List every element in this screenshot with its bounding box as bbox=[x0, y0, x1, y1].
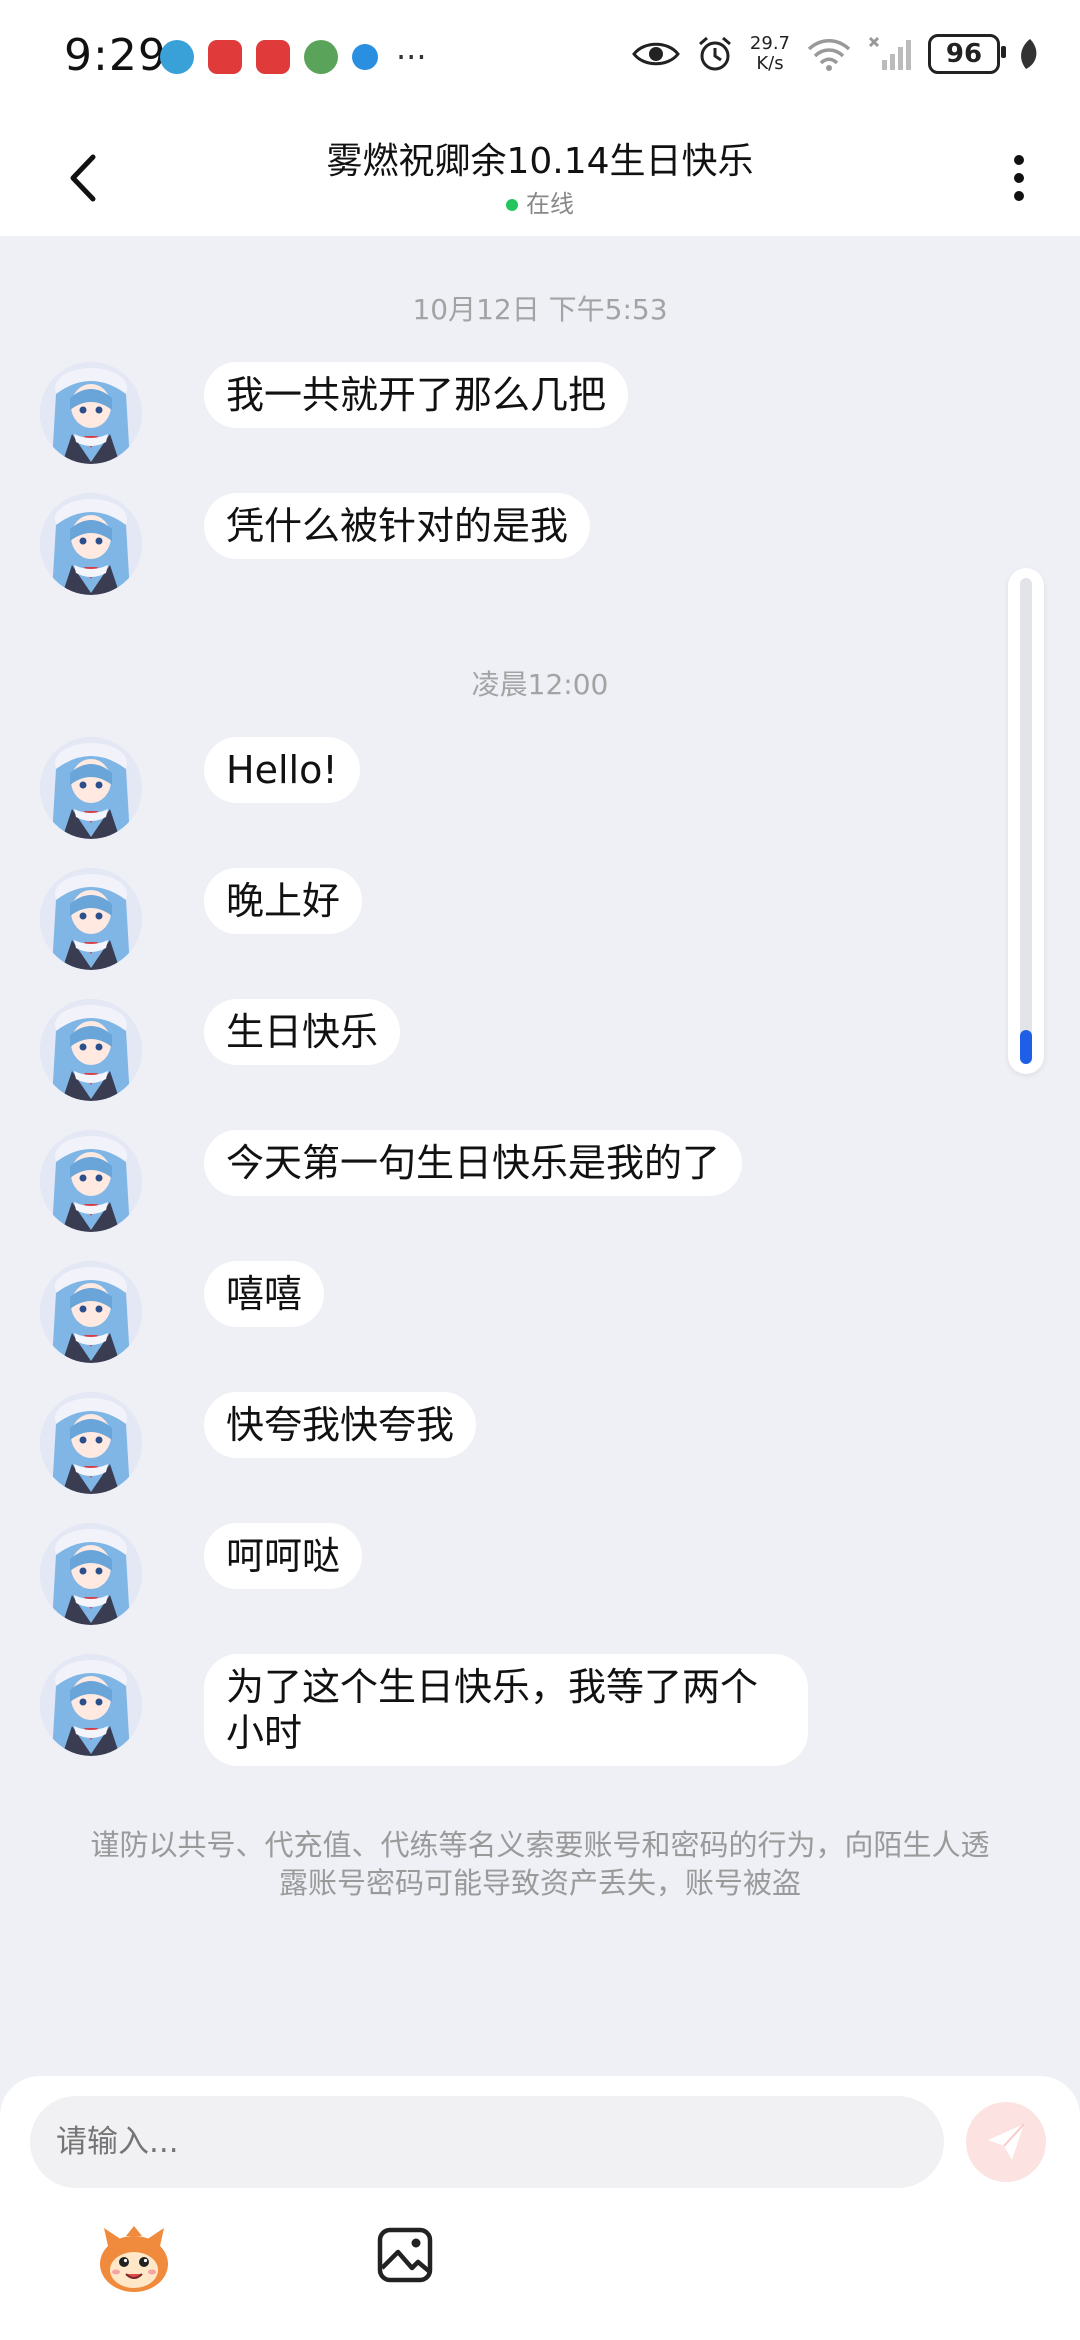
message-bubble[interactable]: 生日快乐 bbox=[204, 999, 401, 1065]
timestamp: 10月12日 下午5:53 bbox=[412, 293, 668, 326]
anime-girl-avatar-icon bbox=[40, 493, 142, 595]
network-icon bbox=[160, 40, 194, 74]
anime-girl-avatar-icon bbox=[40, 1130, 142, 1232]
message-bubble[interactable]: Hello! bbox=[204, 737, 360, 803]
signal-icon bbox=[868, 36, 911, 70]
status-time: 9:29 bbox=[64, 30, 167, 81]
alarm-icon bbox=[698, 36, 731, 71]
scroll-thumb[interactable] bbox=[1020, 1030, 1032, 1064]
leaf-icon bbox=[1021, 39, 1037, 69]
status-app-icons: ··· bbox=[160, 40, 427, 74]
input-panel bbox=[0, 2076, 1080, 2340]
avatar[interactable] bbox=[40, 868, 142, 970]
send-button[interactable] bbox=[966, 2102, 1046, 2182]
message-row: 我一共就开了那么几把 bbox=[40, 362, 629, 464]
huawei-app-icon bbox=[256, 40, 290, 74]
message-row: Hello! bbox=[40, 737, 360, 839]
anime-girl-avatar-icon bbox=[40, 868, 142, 970]
avatar[interactable] bbox=[40, 1130, 142, 1232]
anime-girl-avatar-icon bbox=[40, 737, 142, 839]
battery-indicator: 96 bbox=[928, 34, 1006, 74]
avatar[interactable] bbox=[40, 493, 142, 595]
message-row: 呵呵哒 bbox=[40, 1523, 363, 1625]
status-bar: 9:29 ··· 29.7 K/s 96 bbox=[0, 0, 1080, 120]
avatar[interactable] bbox=[40, 1261, 142, 1363]
scroll-indicator[interactable] bbox=[1008, 568, 1044, 1074]
anime-girl-avatar-icon bbox=[40, 999, 142, 1101]
network-speed: 29.7 K/s bbox=[749, 33, 790, 74]
message-row: 嘻嘻 bbox=[40, 1261, 325, 1363]
security-warning: 谨防以共号、代充值、代练等名义索要账号和密码的行为，向陌生人透露账号密码可能导致… bbox=[90, 1828, 990, 1900]
contact-name: 雾燃祝卿余10.14生日快乐 bbox=[326, 141, 754, 182]
avatar[interactable] bbox=[40, 1654, 142, 1756]
wifi-icon bbox=[807, 39, 851, 71]
message-row: 为了这个生日快乐，我等了两个小时 bbox=[40, 1654, 808, 1766]
more-vertical-icon bbox=[1014, 155, 1024, 201]
message-bubble[interactable]: 我一共就开了那么几把 bbox=[204, 362, 629, 428]
scroll-track bbox=[1020, 578, 1032, 1064]
anime-girl-avatar-icon bbox=[40, 1523, 142, 1625]
huawei-app-icon bbox=[208, 40, 242, 74]
message-row: 快夸我快夸我 bbox=[40, 1392, 477, 1494]
send-icon bbox=[988, 2123, 1025, 2160]
message-input[interactable] bbox=[30, 2096, 944, 2188]
avatar[interactable] bbox=[40, 1392, 142, 1494]
image-icon bbox=[377, 2227, 433, 2283]
avatar[interactable] bbox=[40, 1523, 142, 1625]
browser-app-icon bbox=[352, 44, 378, 70]
message-row: 凭什么被针对的是我 bbox=[40, 493, 591, 595]
message-bubble[interactable]: 晚上好 bbox=[204, 868, 363, 934]
image-button[interactable] bbox=[376, 2226, 434, 2284]
globe-app-icon bbox=[304, 40, 338, 74]
message-bubble[interactable]: 快夸我快夸我 bbox=[204, 1392, 477, 1458]
emoji-button[interactable] bbox=[96, 2224, 172, 2296]
anime-girl-avatar-icon bbox=[40, 1654, 142, 1756]
message-bubble[interactable]: 嘻嘻 bbox=[204, 1261, 325, 1327]
avatar[interactable] bbox=[40, 362, 142, 464]
online-status: 在线 bbox=[0, 184, 1080, 219]
message-row: 生日快乐 bbox=[40, 999, 401, 1101]
anime-girl-avatar-icon bbox=[40, 1261, 142, 1363]
anime-girl-avatar-icon bbox=[40, 1392, 142, 1494]
avatar[interactable] bbox=[40, 737, 142, 839]
avatar[interactable] bbox=[40, 999, 142, 1101]
anime-girl-avatar-icon bbox=[40, 362, 142, 464]
more-options-button[interactable] bbox=[994, 148, 1044, 208]
timestamp: 凌晨12:00 bbox=[471, 668, 609, 701]
message-bubble[interactable]: 今天第一句生日快乐是我的了 bbox=[204, 1130, 743, 1196]
chat-header: 雾燃祝卿余10.14生日快乐 在线 bbox=[0, 120, 1080, 236]
more-notifications-icon: ··· bbox=[396, 38, 427, 76]
online-status-label: 在线 bbox=[526, 190, 574, 218]
mascot-emoji-icon bbox=[100, 2226, 168, 2292]
message-bubble[interactable]: 凭什么被针对的是我 bbox=[204, 493, 591, 559]
status-right: 29.7 K/s 96 bbox=[632, 34, 1040, 74]
message-row: 今天第一句生日快乐是我的了 bbox=[40, 1130, 743, 1232]
message-bubble[interactable]: 为了这个生日快乐，我等了两个小时 bbox=[204, 1654, 808, 1766]
eye-icon bbox=[632, 42, 680, 66]
message-row: 晚上好 bbox=[40, 868, 363, 970]
message-bubble[interactable]: 呵呵哒 bbox=[204, 1523, 363, 1589]
online-dot-icon bbox=[506, 199, 518, 211]
